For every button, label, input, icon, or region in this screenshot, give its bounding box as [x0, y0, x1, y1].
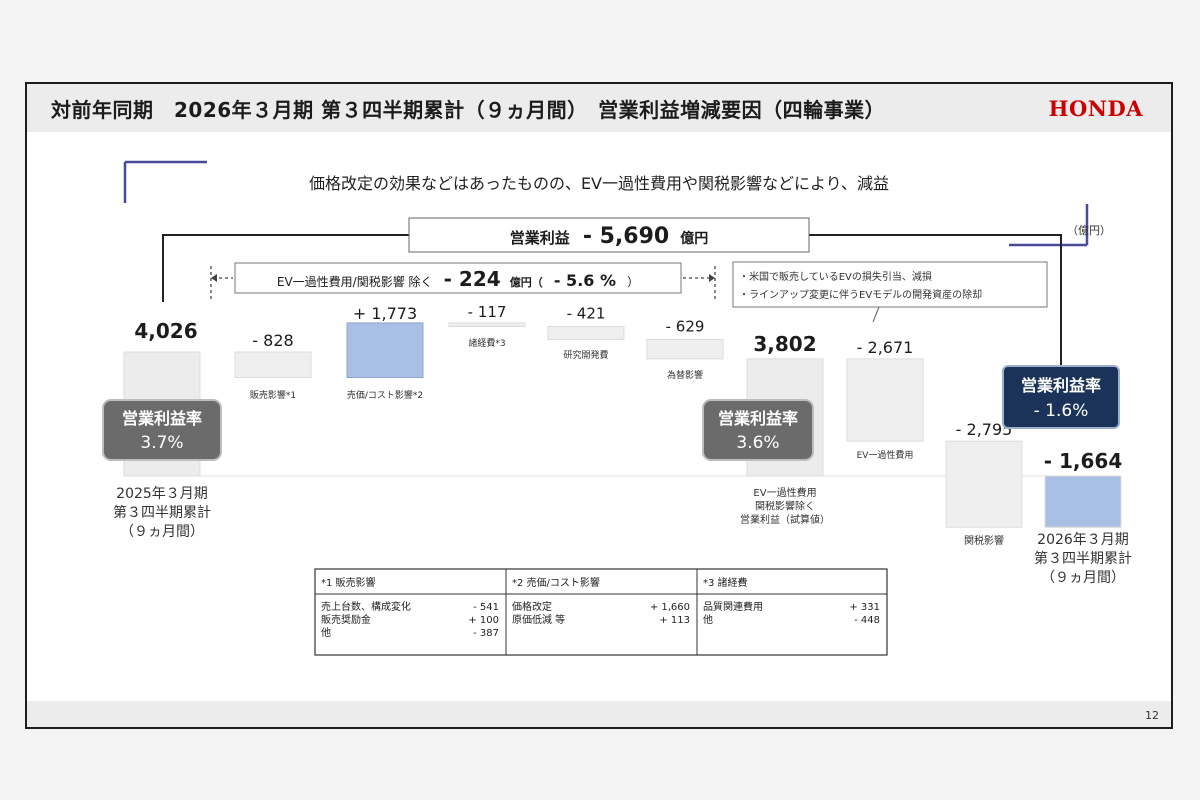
- sub-arrow-left: [211, 274, 217, 282]
- category-label-3: 諸経費*3: [468, 337, 505, 349]
- value-label-7: - 2,671: [857, 338, 914, 357]
- page-number: 12: [1145, 709, 1159, 722]
- sub-summary-label: EV一過性費用/関税影響 除く: [277, 274, 433, 289]
- category-label-line: 諸経費*3: [468, 337, 505, 349]
- category-label-line: 為替影響: [667, 369, 703, 381]
- margin-box-fy25: 営業利益率 3.7%: [102, 399, 222, 461]
- margin-value-fy26: - 1.6%: [1034, 401, 1089, 421]
- waterfall-chart: 価格改定の効果などはあったものの、EV一過性費用や関税影響などにより、減益 営業…: [102, 160, 1132, 656]
- summary-label: 営業利益: [510, 229, 570, 247]
- category-label-5: 為替影響: [667, 369, 703, 381]
- table-header-0: *1 販売影響: [321, 576, 376, 589]
- bar-7: [846, 358, 924, 442]
- margin-box-adjusted: 営業利益率 3.6%: [702, 399, 814, 461]
- sub-summary-value: - 224: [444, 267, 501, 291]
- category-label-6: EV一過性費用関税影響除く営業利益（試算値）: [740, 486, 830, 526]
- sub-summary-unit: 億円（: [510, 275, 543, 289]
- table-header-1: *2 売価/コスト影響: [512, 576, 600, 589]
- category-label-line: 研究開発費: [563, 349, 608, 361]
- slide: 対前年同期 2026年３月期 第３四半期累計（９ヵ月間） 営業利益増減要因（四輪…: [25, 82, 1173, 729]
- margin-value-adjusted: 3.6%: [736, 433, 779, 453]
- margin-value-fy25: 3.7%: [140, 433, 183, 453]
- category-label-line: 関税影響: [964, 534, 1004, 547]
- category-label-0: 2025年３月期第３四半期累計 （９ヵ月間）: [113, 486, 211, 540]
- category-label-8: 関税影響: [964, 534, 1004, 547]
- category-label-line: 販売影響*1: [250, 389, 296, 401]
- table-item-label: 品質関連費用: [703, 600, 763, 613]
- footer-bar: 12: [27, 701, 1171, 727]
- title-bar: 対前年同期 2026年３月期 第３四半期累計（９ヵ月間） 営業利益増減要因（四輪…: [27, 84, 1171, 132]
- ev-note-line-1: ・米国で販売しているEVの損失引当、減損: [739, 270, 932, 283]
- table-item-value: - 387: [473, 628, 499, 639]
- category-label-line: （９ヵ月間）: [1041, 570, 1125, 586]
- category-label-4: 研究開発費: [563, 349, 608, 361]
- table-item-label: 他: [703, 613, 713, 626]
- bar-5: [646, 338, 724, 360]
- bar-8: [945, 440, 1023, 528]
- value-label-4: - 421: [567, 304, 606, 322]
- table-item-label: 価格改定: [512, 600, 552, 613]
- table-item-value: + 100: [468, 615, 499, 626]
- margin-label-fy26: 営業利益率: [1021, 376, 1101, 395]
- sub-arrow-right: [709, 274, 715, 282]
- value-label-3: - 117: [468, 303, 507, 321]
- value-label-2: + 1,773: [353, 304, 417, 323]
- unit-label: （億円）: [1067, 224, 1111, 237]
- table-item-value: - 448: [854, 615, 880, 626]
- table-item-label: 原価低減 等: [512, 613, 565, 626]
- table-item-value: + 113: [659, 615, 690, 626]
- table-item-value: + 331: [849, 602, 880, 613]
- breakdown-table: *1 販売影響売上台数、構成変化 - 541 販売奨励金 + 100 他 - 387 *2 …: [314, 568, 888, 656]
- table-item-label: 販売奨励金: [321, 613, 371, 626]
- value-label-6: 3,802: [753, 332, 816, 356]
- subtitle-bracket-left: [123, 160, 207, 203]
- ev-note-pointer: [872, 306, 880, 323]
- table-item-label: 他: [321, 626, 331, 639]
- bar-3: [448, 322, 526, 327]
- category-label-line: （９ヵ月間）: [120, 524, 204, 540]
- sub-summary-pct: - 5.6 %: [554, 271, 616, 290]
- category-label-7: EV一過性費用: [857, 449, 914, 461]
- category-label-line: 2026年３月期: [1037, 532, 1129, 548]
- table-item-value: - 541: [473, 602, 499, 613]
- honda-logo: HONDA: [1048, 96, 1143, 121]
- summary-unit: 億円: [680, 230, 708, 247]
- summary-value: - 5,690: [583, 224, 669, 249]
- category-label-line: EV一過性費用: [857, 449, 914, 461]
- category-label-line: 第３四半期累計: [113, 504, 211, 521]
- category-label-line: 営業利益（試算値）: [740, 513, 830, 526]
- category-label-2: 売価/コスト影響*2: [347, 389, 423, 401]
- ev-note-line-2: ・ラインアップ変更に伴うEVモデルの開発資産の除却: [739, 288, 982, 301]
- category-label-line: 売価/コスト影響*2: [347, 389, 423, 401]
- table-item-label: 売上台数、構成変化: [321, 600, 411, 613]
- category-label-line: 2025年３月期: [116, 486, 208, 502]
- slide-title: 対前年同期 2026年３月期 第３四半期累計（９ヵ月間） 営業利益増減要因（四輪…: [51, 98, 886, 122]
- category-label-1: 販売影響*1: [250, 389, 296, 401]
- margin-label-fy25: 営業利益率: [122, 409, 202, 428]
- value-label-5: - 629: [666, 317, 705, 335]
- table-item-value: + 1,660: [650, 602, 690, 613]
- category-label-line: EV一過性費用: [753, 486, 816, 499]
- category-label-9: 2026年３月期第３四半期累計 （９ヵ月間）: [1034, 532, 1132, 586]
- bar-1: [234, 351, 312, 379]
- margin-box-fy26: 営業利益率 - 1.6%: [1002, 365, 1120, 429]
- table-header-2: *3 諸経費: [703, 576, 748, 589]
- value-label-9: - 1,664: [1044, 449, 1123, 473]
- margin-label-adjusted: 営業利益率: [718, 409, 798, 428]
- bar-9: [1044, 475, 1122, 528]
- value-label-0: 4,026: [134, 319, 197, 343]
- bar-4: [547, 325, 625, 340]
- subtitle: 価格改定の効果などはあったものの、EV一過性費用や関税影響などにより、減益: [309, 174, 889, 193]
- category-label-line: 関税影響除く: [755, 500, 815, 513]
- bar-2: [346, 322, 424, 379]
- value-label-1: - 828: [252, 331, 293, 350]
- sub-summary-close: ）: [627, 275, 639, 289]
- category-label-line: 第３四半期累計: [1034, 550, 1132, 567]
